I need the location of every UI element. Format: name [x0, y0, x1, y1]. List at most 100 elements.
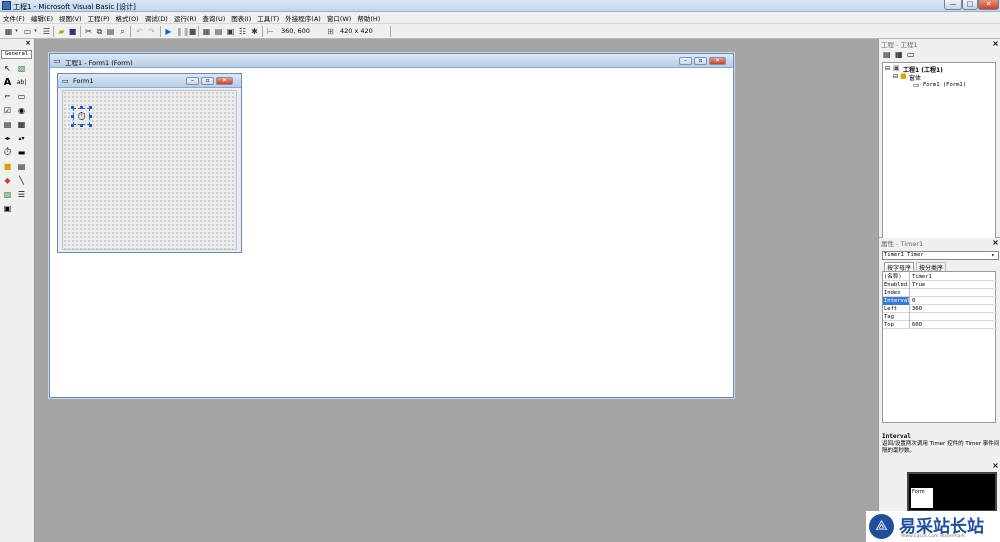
end-icon[interactable]: ■ [188, 27, 197, 36]
timer-icon[interactable]: ⏱ [2, 147, 13, 158]
form1-maximize-button[interactable]: ▫ [201, 77, 214, 85]
property-row[interactable]: Index [883, 289, 997, 297]
data-icon[interactable]: ☰ [16, 189, 27, 200]
selection-handle[interactable] [71, 106, 74, 109]
form1-minimize-button[interactable]: – [186, 77, 199, 85]
save-project-icon[interactable]: ■ [68, 27, 77, 36]
find-icon[interactable]: ⌕ [118, 27, 127, 36]
layout-form-thumbnail[interactable]: Form [911, 488, 933, 508]
menu-item[interactable]: 调试(D) [142, 12, 171, 24]
paste-icon[interactable]: ▤ [106, 27, 115, 36]
timer1-control[interactable]: ⏱ [73, 108, 90, 125]
position-readout: 360, 600 [281, 27, 310, 35]
tab-alphabetic[interactable]: 按字母序 [884, 262, 915, 272]
property-row[interactable]: Enabled True [883, 281, 997, 289]
menu-item[interactable]: 文件(F) [0, 12, 28, 24]
ole-icon[interactable]: ▣ [2, 203, 13, 214]
toggle-folders-icon[interactable]: ▭ [907, 50, 915, 59]
textbox-icon[interactable]: ab| [16, 77, 27, 88]
selection-handle[interactable] [89, 106, 92, 109]
add-form-icon[interactable]: ▭ [23, 27, 32, 36]
menu-item[interactable]: 编辑(E) [28, 12, 56, 24]
drivelistbox-icon[interactable]: ▬ [16, 147, 27, 158]
listbox-icon[interactable]: ▦ [16, 119, 27, 130]
tree-expand-icon[interactable]: ⊟ [885, 65, 890, 72]
menu-editor-icon[interactable]: ☰ [42, 27, 51, 36]
project-close-icon[interactable]: × [991, 39, 1000, 48]
menu-item[interactable]: 视图(V) [56, 12, 85, 24]
form-designer-titlebar[interactable]: ▭ 工程1 - Form1 (Form) – ▫ ✕ [50, 54, 733, 68]
picturebox-icon[interactable]: ▨ [16, 63, 27, 74]
dirlistbox-icon[interactable]: ■ [2, 161, 13, 172]
hscrollbar-icon[interactable]: ◂▸ [2, 133, 13, 144]
open-project-icon[interactable]: ▰ [57, 27, 66, 36]
maximize-button[interactable]: □ [962, 0, 978, 10]
minimize-button[interactable]: — [944, 0, 962, 10]
filelistbox-icon[interactable]: ▤ [16, 161, 27, 172]
tab-categorized[interactable]: 按分类序 [916, 262, 947, 272]
form1-close-button[interactable]: ✕ [216, 77, 233, 85]
dropdown-arrow-icon[interactable]: ▾ [33, 27, 38, 36]
project-explorer-icon[interactable]: ▦ [202, 27, 211, 36]
dropdown-arrow-icon[interactable]: ▾ [14, 27, 19, 36]
properties-close-icon[interactable]: × [991, 238, 1000, 247]
selection-handle[interactable] [80, 106, 83, 109]
redo-icon[interactable]: ↷ [147, 27, 156, 36]
properties-window-icon[interactable]: ▤ [214, 27, 223, 36]
frame-icon[interactable]: ⌐ [2, 91, 13, 102]
chevron-down-icon[interactable]: ▾ [991, 252, 995, 259]
form1-window[interactable]: ▭ Form1 – ▫ ✕ [57, 73, 242, 253]
menu-item[interactable]: 外接程序(A) [282, 12, 324, 24]
line-icon[interactable]: ╲ [16, 175, 27, 186]
close-button[interactable]: ✕ [978, 0, 999, 10]
form-layout-icon[interactable]: ▣ [226, 27, 235, 36]
menu-item[interactable]: 帮助(H) [354, 12, 383, 24]
copy-icon[interactable]: ⧉ [95, 27, 104, 36]
property-row[interactable]: Left 360 [883, 305, 997, 313]
toolbox-icon[interactable]: ✱ [250, 27, 259, 36]
object-browser-icon[interactable]: ☷ [238, 27, 247, 36]
cut-icon[interactable]: ✂ [84, 27, 93, 36]
menu-item[interactable]: 工程(P) [85, 12, 113, 24]
object-selector[interactable]: Timer1 Timer ▾ [882, 251, 999, 260]
property-row-selected[interactable]: Interval 0 [883, 297, 997, 305]
tree-expand-icon[interactable]: ⊟ [893, 73, 898, 80]
property-row[interactable]: Tag [883, 313, 997, 321]
menu-item[interactable]: 图表(I) [228, 12, 254, 24]
break-icon[interactable]: ❚❚ [176, 27, 189, 36]
selection-handle[interactable] [89, 115, 92, 118]
property-row[interactable]: (名称) Timer1 [883, 273, 997, 281]
shape-icon[interactable]: ◆ [2, 175, 13, 186]
label-icon[interactable]: A [2, 77, 13, 88]
selection-handle[interactable] [71, 124, 74, 127]
tree-form1-item[interactable]: Form1 (Form1) [923, 82, 966, 88]
designer-minimize-button[interactable]: – [679, 57, 692, 65]
toolbox-general-tab[interactable]: General [1, 50, 32, 59]
pointer-icon[interactable]: ↖ [2, 63, 13, 74]
designer-close-button[interactable]: ✕ [709, 57, 726, 65]
image-icon[interactable]: ▨ [2, 189, 13, 200]
menu-item[interactable]: 格式(O) [113, 12, 142, 24]
designer-restore-button[interactable]: ▫ [694, 57, 707, 65]
menu-item[interactable]: 运行(R) [171, 12, 200, 24]
undo-icon[interactable]: ↶ [135, 27, 144, 36]
view-object-icon[interactable]: ▦ [895, 50, 903, 59]
menu-item[interactable]: 查询(U) [199, 12, 228, 24]
menu-item[interactable]: 工具(T) [254, 12, 282, 24]
optionbutton-icon[interactable]: ◉ [16, 105, 27, 116]
toolbox-close-icon[interactable]: × [24, 40, 32, 48]
property-row[interactable]: Top 600 [883, 321, 997, 329]
vscrollbar-icon[interactable]: ▴▾ [16, 133, 27, 144]
selection-handle[interactable] [89, 124, 92, 127]
layout-close-icon[interactable]: × [991, 461, 1000, 470]
combobox-icon[interactable]: ▤ [2, 119, 13, 130]
selection-handle[interactable] [80, 124, 83, 127]
form1-titlebar[interactable]: ▭ Form1 – ▫ ✕ [58, 74, 241, 88]
menu-item[interactable]: 窗口(W) [324, 12, 355, 24]
checkbox-icon[interactable]: ☑ [2, 105, 13, 116]
selection-handle[interactable] [71, 115, 74, 118]
commandbutton-icon[interactable]: ▭ [16, 91, 27, 102]
start-icon[interactable]: ▶ [164, 27, 173, 36]
view-code-icon[interactable]: ▤ [883, 50, 891, 59]
add-project-icon[interactable]: ▦ [4, 27, 13, 36]
